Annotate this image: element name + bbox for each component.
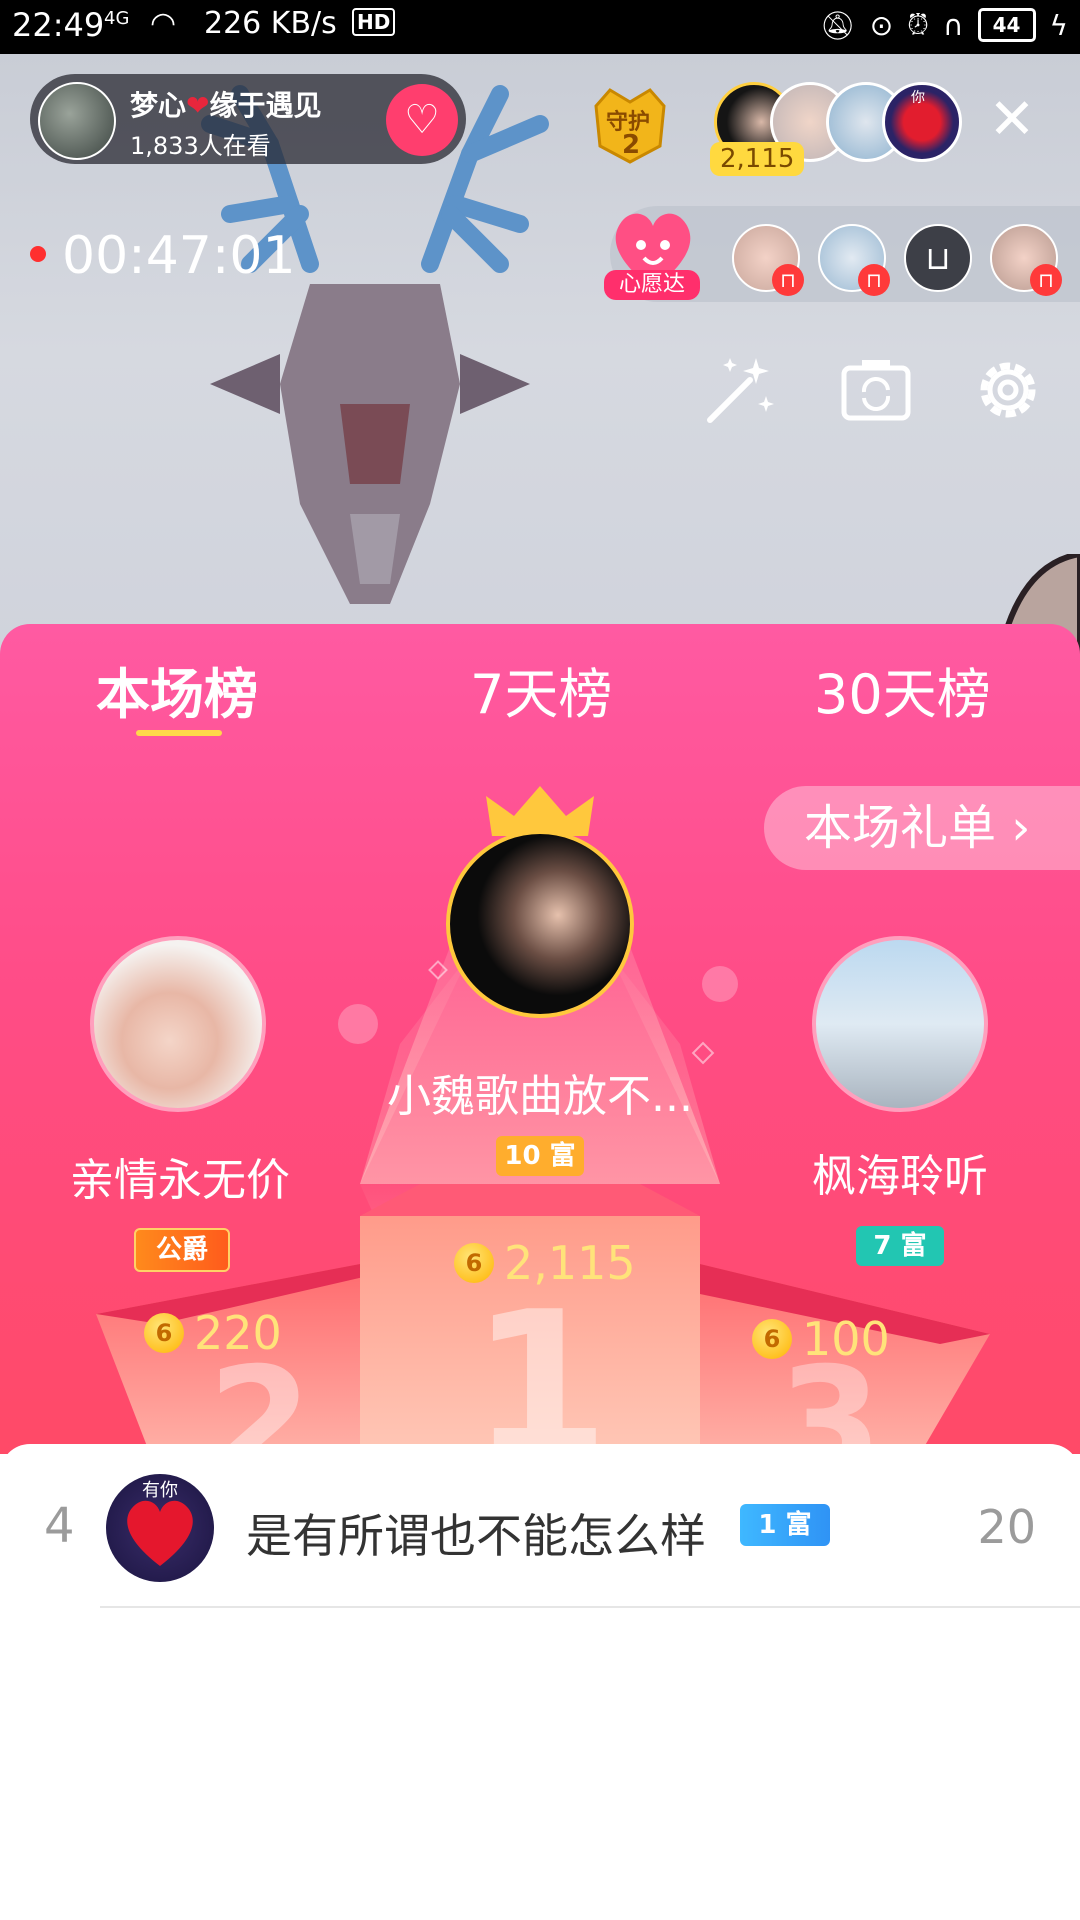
mute-bell-icon: 🔕︎ — [820, 8, 856, 42]
close-button[interactable]: ✕ — [982, 90, 1042, 150]
first-place-wealth-badge: 10 富 — [496, 1136, 584, 1176]
status-icons: 🔕︎ ⊙ ⏰︎ ∩ 44 ϟ — [820, 8, 1068, 42]
guard-badge[interactable]: 守护 2 — [586, 86, 674, 166]
live-timer: 00:47:01 — [62, 226, 296, 286]
hd-icon: HD — [352, 8, 396, 36]
third-place-avatar[interactable] — [812, 936, 988, 1112]
second-place-rank-badge: 公爵 — [134, 1228, 230, 1272]
first-place-avatar[interactable] — [446, 830, 634, 1018]
guard-count: 2 — [622, 130, 641, 160]
coin-icon: 6 — [752, 1319, 792, 1359]
mic-seat-empty[interactable]: ⊔ — [904, 224, 972, 292]
top-viewer-letter: 你 — [911, 90, 925, 106]
charging-icon: ϟ — [1049, 8, 1068, 42]
headset-icon: ∩ — [943, 8, 964, 42]
close-icon: ✕ — [988, 87, 1036, 152]
second-place-name: 亲情永无价 — [70, 1155, 290, 1206]
recording-dot — [30, 246, 46, 262]
wish-label: 心愿达 — [604, 270, 700, 300]
wifi-icon: ◠ — [150, 6, 177, 41]
top-viewer-coins: 2,115 — [710, 142, 805, 176]
row-avatar-text: 有你 — [142, 1480, 178, 1501]
ranking-panel: 本场榜 7天榜 30天榜 本场礼单 › 1 2 3 小魏歌曲放不... 10 富… — [0, 624, 1080, 1454]
heart-plus-icon: ♡ — [404, 97, 440, 143]
coin-icon: 6 — [454, 1243, 494, 1283]
camera-flip-icon[interactable] — [836, 350, 916, 430]
settings-gear-icon[interactable] — [968, 350, 1048, 430]
network-speed: 226 KB/s — [204, 6, 337, 41]
status-time: 22:49 — [12, 6, 105, 44]
second-place-coins: 6 220 — [144, 1306, 282, 1360]
coin-icon: 6 — [144, 1313, 184, 1353]
network-type: 4G — [104, 8, 130, 29]
first-place-coins: 6 2,115 — [454, 1236, 636, 1290]
second-place-avatar[interactable] — [90, 936, 266, 1112]
lock-icon: ⊙ — [869, 8, 894, 42]
list-item[interactable]: 4 有你 是有所谓也不能怎么样 1 富 20 — [0, 1444, 1080, 1608]
follow-button[interactable]: ♡ — [386, 84, 458, 156]
first-place-coin-value: 2,115 — [504, 1236, 636, 1290]
row-rank: 4 — [44, 1498, 75, 1554]
sofa-icon: ⊔ — [925, 239, 951, 277]
mic-seat[interactable]: ⊓ — [990, 224, 1062, 296]
third-place-name: 枫海聆听 — [812, 1151, 988, 1202]
viewer-count: 1,833人在看 — [130, 132, 271, 160]
mic-seat[interactable]: ⊓ — [732, 224, 804, 296]
ranking-list: 4 有你 是有所谓也不能怎么样 1 富 20 — [0, 1444, 1080, 1920]
heart-icon: ❤ — [186, 89, 210, 122]
host-name: 梦心❤缘于遇见 — [130, 89, 322, 122]
row-avatar[interactable]: 有你 — [106, 1474, 214, 1582]
row-score: 20 — [977, 1500, 1036, 1554]
mic-seat[interactable]: ⊓ — [818, 224, 890, 296]
battery-icon: 44 — [977, 8, 1036, 42]
host-avatar[interactable] — [38, 82, 116, 160]
third-place-coin-value: 100 — [802, 1312, 890, 1366]
seat-chair-icon: ⊓ — [858, 264, 890, 296]
beauty-wand-icon[interactable] — [700, 350, 780, 430]
top-viewer-avatar[interactable]: 你 — [882, 82, 962, 162]
second-place-coin-value: 220 — [194, 1306, 282, 1360]
seat-chair-icon: ⊓ — [772, 264, 804, 296]
row-wealth-badge: 1 富 — [740, 1504, 830, 1546]
seat-chair-icon: ⊓ — [1030, 264, 1062, 296]
third-place-coins: 6 100 — [752, 1312, 890, 1366]
podium-first-number: 1 — [470, 1269, 609, 1454]
row-name: 是有所谓也不能怎么样 — [246, 1509, 706, 1563]
divider — [100, 1606, 1080, 1608]
host-info-pill[interactable]: 梦心❤缘于遇见 1,833人在看 ♡ — [30, 74, 466, 164]
status-bar: 22:49 4G ◠ 226 KB/s HD 🔕︎ ⊙ ⏰︎ ∩ 44 ϟ — [0, 0, 1080, 54]
third-place-wealth-badge: 7 富 — [856, 1226, 944, 1266]
alarm-icon: ⏰︎ — [907, 8, 930, 41]
first-place-name: 小魏歌曲放不... — [387, 1071, 693, 1122]
deer-wall-decor-image — [201, 85, 549, 604]
